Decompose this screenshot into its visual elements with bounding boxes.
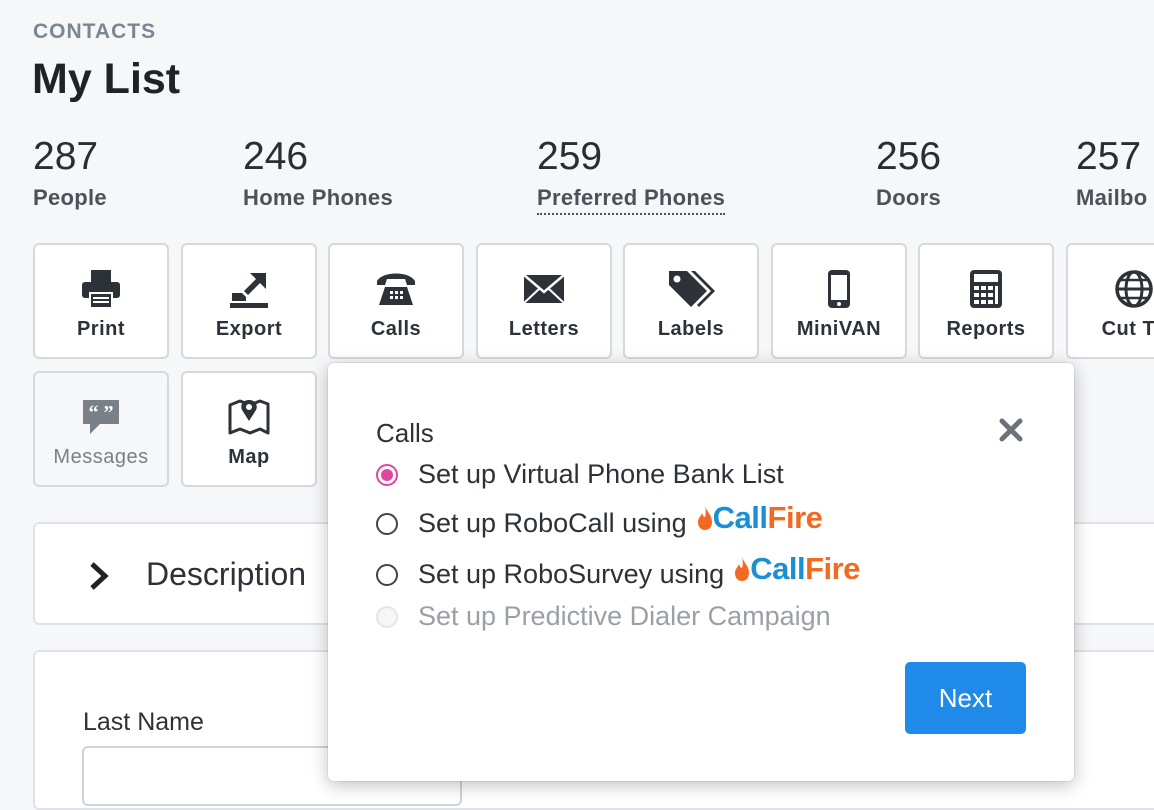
option-label: Set up RoboSurvey using: [418, 559, 725, 589]
envelope-icon: [523, 269, 565, 309]
section-overline: CONTACTS: [33, 20, 157, 43]
cut-turf-button[interactable]: Cut Tu: [1066, 243, 1154, 359]
tile-label: Cut Tu: [1101, 318, 1154, 340]
export-icon: [228, 269, 270, 309]
option-label: Set up Predictive Dialer Campaign: [418, 601, 831, 631]
description-label: Description: [146, 556, 307, 592]
telephone-icon: [375, 269, 417, 309]
last-name-label: Last Name: [83, 708, 204, 736]
stat-preferred-phones[interactable]: 259 Preferred Phones: [537, 135, 726, 215]
calculator-icon: [969, 269, 1003, 309]
minivan-button[interactable]: MiniVAN: [771, 243, 907, 359]
globe-icon: [1114, 269, 1154, 309]
flame-icon: [735, 556, 750, 581]
popover-title: Calls: [376, 418, 434, 448]
svg-text:“ ”: “ ”: [89, 402, 114, 424]
option-label: Set up RoboCall using: [418, 508, 687, 538]
tile-label: Map: [228, 446, 270, 468]
flame-icon: [697, 505, 712, 530]
stat-label: People: [33, 185, 107, 210]
calls-button[interactable]: Calls: [328, 243, 464, 359]
radio-button: [376, 605, 398, 628]
map-pin-icon: [228, 397, 270, 437]
printer-icon: [80, 269, 122, 309]
stat-value: 256: [876, 135, 942, 178]
option-robocall[interactable]: Set up RoboCall using Call Fire: [376, 502, 823, 539]
option-predictive-dialer: Set up Predictive Dialer Campaign: [376, 601, 831, 632]
next-button[interactable]: Next: [905, 662, 1026, 734]
stat-label: Mailbo: [1076, 185, 1148, 210]
tile-label: Export: [215, 318, 283, 340]
tile-label: MiniVAN: [796, 318, 882, 340]
export-button[interactable]: Export: [181, 243, 317, 359]
stat-value: 257: [1076, 135, 1142, 178]
stat-value: 287: [33, 135, 99, 178]
tile-label: Letters: [508, 318, 580, 340]
page-title: My List: [32, 55, 181, 103]
radio-button[interactable]: [376, 512, 398, 535]
stat-value: 246: [243, 135, 309, 178]
tile-label: Reports: [946, 318, 1026, 340]
stat-doors: 256 Doors: [876, 137, 941, 211]
reports-button[interactable]: Reports: [918, 243, 1054, 359]
callfire-logo: Call Fire: [734, 553, 860, 584]
radio-button[interactable]: [376, 463, 398, 486]
stat-label: Doors: [876, 185, 942, 210]
letters-button[interactable]: Letters: [476, 243, 612, 359]
tile-label: Calls: [370, 318, 422, 340]
map-button[interactable]: Map: [181, 371, 317, 487]
stat-home-phones: 246 Home Phones: [243, 137, 393, 211]
tags-icon: [667, 269, 715, 309]
stat-people: 287 People: [33, 137, 107, 211]
chevron-right-icon[interactable]: [89, 562, 109, 590]
option-robosurvey[interactable]: Set up RoboSurvey using Call Fire: [376, 553, 860, 590]
stat-mailboxes: 257 Mailbo: [1076, 137, 1147, 211]
callfire-logo: Call Fire: [697, 502, 823, 533]
stat-label[interactable]: Preferred Phones: [537, 185, 726, 215]
labels-button[interactable]: Labels: [623, 243, 759, 359]
quote-bubble-icon: “ ”: [80, 397, 122, 437]
option-label: Set up Virtual Phone Bank List: [418, 459, 784, 489]
option-virtual-phone-bank[interactable]: Set up Virtual Phone Bank List: [376, 459, 784, 490]
tile-label: Print: [76, 318, 126, 340]
radio-button[interactable]: [376, 563, 398, 586]
stat-label: Home Phones: [243, 185, 393, 210]
calls-popover: Calls Set up Virtual Phone Bank List Set…: [328, 363, 1074, 781]
print-button[interactable]: Print: [33, 243, 169, 359]
messages-button[interactable]: “ ” Messages: [33, 371, 169, 487]
close-icon[interactable]: [996, 415, 1026, 445]
tile-label: Messages: [53, 446, 149, 468]
stat-value: 259: [537, 135, 603, 178]
mobile-phone-icon: [826, 269, 852, 309]
tile-label: Labels: [657, 318, 725, 340]
